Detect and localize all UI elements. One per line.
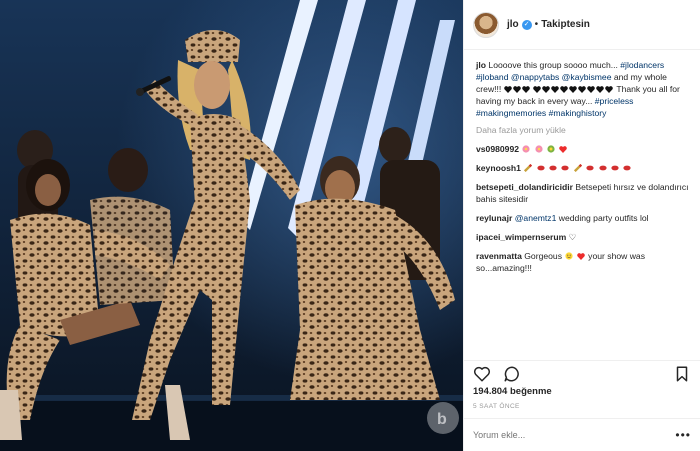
heart-outline-icon[interactable] [473, 365, 491, 383]
timestamp[interactable]: 5 SAAT ÖNCE [464, 400, 700, 418]
post-sidebar: jlo ✓ • Takiptesin jlo Loooove this grou… [463, 0, 700, 451]
hashtag-priceless[interactable]: #priceless [595, 96, 634, 106]
concert-stage-image: b [0, 0, 463, 451]
mention-nappytabs[interactable]: @nappytabs [511, 72, 559, 82]
comment: vs0980992 [476, 143, 691, 155]
more-options-icon[interactable]: ••• [675, 428, 691, 442]
hashtag-jlodancers[interactable]: #jlodancers [620, 60, 664, 70]
separator: • [534, 19, 539, 30]
post-caption: jlo Loooove this group soooo much... #jl… [476, 59, 691, 119]
mention-kaybismee[interactable]: @kaybismee [562, 72, 612, 82]
flower-emojis [521, 144, 567, 154]
bookmark-icon[interactable] [673, 365, 691, 383]
add-comment-bar: ••• [464, 418, 700, 451]
comment: ravenmatta Gorgeous your show was so...a… [476, 250, 691, 274]
avatar[interactable] [473, 11, 499, 38]
caption-username[interactable]: jlo [476, 60, 486, 70]
comment: betsepeti_dolandiricidir Betsepeti hırsı… [476, 181, 691, 205]
post-header: jlo ✓ • Takiptesin [464, 0, 700, 50]
post-photo[interactable]: b [0, 0, 463, 451]
hashtag-makinghistory[interactable]: #makinghistory [549, 108, 607, 118]
black-hearts-emoji [503, 84, 617, 94]
comment: keynoosh1 [476, 162, 691, 174]
svg-text:b: b [437, 411, 447, 428]
comment-input[interactable] [473, 430, 653, 440]
comment-username[interactable]: ravenmatta [476, 251, 522, 261]
comment-text: wedding party outfits lol [558, 213, 649, 223]
follow-button[interactable]: Takiptesin [541, 19, 590, 30]
comment-username[interactable]: betsepeti_dolandiricidir [476, 182, 573, 192]
comment-username[interactable]: vs0980992 [476, 144, 519, 154]
smiley-emoji [565, 252, 573, 260]
action-bar [464, 360, 700, 386]
comment-text: Gorgeous [524, 251, 562, 261]
hashtag-makingmemories[interactable]: #makingmemories [476, 108, 546, 118]
hashtag-jloband[interactable]: #jloband [476, 72, 509, 82]
verified-badge-icon: ✓ [521, 19, 532, 30]
lipstick-emojis [523, 163, 632, 173]
comments-section: jlo Loooove this group soooo much... #jl… [464, 50, 700, 360]
comment-username[interactable]: ipacei_wimpernserum [476, 232, 566, 242]
comment-mention[interactable]: @anemtz1 [515, 213, 557, 223]
comment-text: ♡ [568, 232, 577, 242]
like-count[interactable]: 194.804 beğenme [464, 386, 700, 400]
comment-bubble-icon[interactable] [503, 365, 521, 383]
author-username[interactable]: jlo [507, 19, 519, 30]
comment: reylunajr @anemtz1 wedding party outfits… [476, 212, 691, 224]
load-more-comments[interactable]: Daha fazla yorum yükle [476, 124, 691, 136]
red-heart-emoji [576, 253, 585, 260]
comment-username[interactable]: keynoosh1 [476, 163, 521, 173]
caption-text: Loooove this group soooo much... [488, 60, 618, 70]
instagram-post: b jlo ✓ • Takiptesin jlo Loooove this gr… [0, 0, 700, 451]
comment-username[interactable]: reylunajr [476, 213, 512, 223]
comment: ipacei_wimpernserum ♡ [476, 231, 691, 243]
